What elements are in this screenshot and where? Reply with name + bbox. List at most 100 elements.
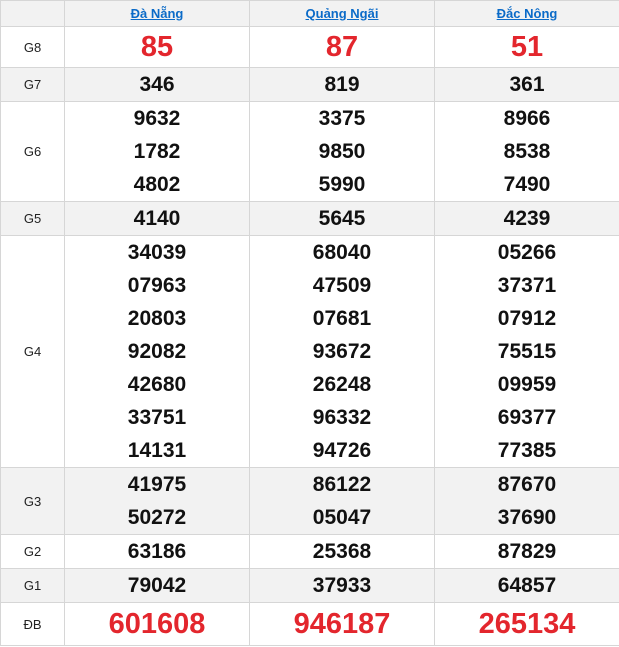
prize-cell: 601608 xyxy=(64,602,250,646)
prize-number: 7490 xyxy=(503,173,551,196)
province-link-da-nang[interactable]: Đà Nẵng xyxy=(131,6,184,21)
prize-cell: 86122 05047 xyxy=(249,467,435,535)
prize-number: 37690 xyxy=(497,506,557,529)
prize-cell: 87670 37690 xyxy=(434,467,619,535)
prize-number: 85 xyxy=(140,31,174,63)
prize-number: 50272 xyxy=(127,506,187,529)
prize-cell: 64857 xyxy=(434,568,619,603)
prize-label: G5 xyxy=(0,201,65,236)
prize-number: 51 xyxy=(510,31,544,63)
prize-number: 34039 xyxy=(127,241,187,264)
prize-cell: 87829 xyxy=(434,534,619,569)
prize-label: G8 xyxy=(0,26,65,68)
prize-number: 1782 xyxy=(133,140,181,163)
prize-label: G7 xyxy=(0,67,65,102)
province-header-cell: Đà Nẵng xyxy=(64,0,250,27)
prize-number: 86122 xyxy=(312,473,372,496)
prize-label: ĐB xyxy=(0,602,65,646)
prize-number: 09959 xyxy=(497,373,557,396)
prize-number: 20803 xyxy=(127,307,187,330)
prize-row-g2: G2 63186 25368 87829 xyxy=(0,534,619,569)
prize-number: 75515 xyxy=(497,340,557,363)
prize-number: 9632 xyxy=(133,107,181,130)
prize-cell: 346 xyxy=(64,67,250,102)
prize-cell: 8966 8538 7490 xyxy=(434,101,619,202)
prize-number: 87670 xyxy=(497,473,557,496)
prize-label: G1 xyxy=(0,568,65,603)
prize-number: 93672 xyxy=(312,340,372,363)
prize-number: 4239 xyxy=(503,207,551,230)
prize-cell: 361 xyxy=(434,67,619,102)
prize-number: 64857 xyxy=(497,574,557,597)
prize-number: 87829 xyxy=(497,540,557,563)
prize-row-g3: G3 41975 50272 86122 05047 87670 37690 xyxy=(0,467,619,535)
prize-cell: 85 xyxy=(64,26,250,68)
prize-number: 07912 xyxy=(497,307,557,330)
prize-number: 361 xyxy=(509,73,545,96)
prize-number: 8966 xyxy=(503,107,551,130)
prize-cell: 4239 xyxy=(434,201,619,236)
prize-cell: 9632 1782 4802 xyxy=(64,101,250,202)
prize-number: 05266 xyxy=(497,241,557,264)
province-header-cell: Quảng Ngãi xyxy=(249,0,435,27)
prize-number: 346 xyxy=(139,73,175,96)
prize-number: 25368 xyxy=(312,540,372,563)
special-prize-number: 601608 xyxy=(108,608,206,640)
prize-number: 63186 xyxy=(127,540,187,563)
prize-number: 92082 xyxy=(127,340,187,363)
lottery-results-table: Đà Nẵng Quảng Ngãi Đắc Nông G8 85 87 51 … xyxy=(0,0,619,646)
prize-number: 87 xyxy=(325,31,359,63)
prize-number: 47509 xyxy=(312,274,372,297)
prize-number: 07681 xyxy=(312,307,372,330)
prize-row-special: ĐB 601608 946187 265134 xyxy=(0,602,619,646)
prize-number: 5645 xyxy=(318,207,366,230)
special-prize-number: 265134 xyxy=(478,608,576,640)
prize-number: 9850 xyxy=(318,140,366,163)
prize-number: 96332 xyxy=(312,406,372,429)
prize-cell: 25368 xyxy=(249,534,435,569)
prize-cell: 4140 xyxy=(64,201,250,236)
prize-number: 69377 xyxy=(497,406,557,429)
prize-row-g6: G6 9632 1782 4802 3375 9850 5990 8966 85… xyxy=(0,101,619,202)
prize-row-g7: G7 346 819 361 xyxy=(0,67,619,102)
prize-number: 37371 xyxy=(497,274,557,297)
prize-number: 94726 xyxy=(312,439,372,462)
province-header-cell: Đắc Nông xyxy=(434,0,619,27)
prize-cell: 51 xyxy=(434,26,619,68)
prize-row-g4: G4 34039 07963 20803 92082 42680 33751 1… xyxy=(0,235,619,468)
prize-row-g5: G5 4140 5645 4239 xyxy=(0,201,619,236)
prize-cell: 37933 xyxy=(249,568,435,603)
prize-number: 68040 xyxy=(312,241,372,264)
province-link-dac-nong[interactable]: Đắc Nông xyxy=(497,6,558,21)
prize-cell: 819 xyxy=(249,67,435,102)
prize-cell: 68040 47509 07681 93672 26248 96332 9472… xyxy=(249,235,435,468)
prize-number: 41975 xyxy=(127,473,187,496)
prize-number: 4140 xyxy=(133,207,181,230)
prize-row-g8: G8 85 87 51 xyxy=(0,26,619,68)
prize-number: 77385 xyxy=(497,439,557,462)
prize-label: G4 xyxy=(0,235,65,468)
prize-cell: 34039 07963 20803 92082 42680 33751 1413… xyxy=(64,235,250,468)
prize-cell: 265134 xyxy=(434,602,619,646)
prize-cell: 05266 37371 07912 75515 09959 69377 7738… xyxy=(434,235,619,468)
prize-number: 3375 xyxy=(318,107,366,130)
prize-cell: 87 xyxy=(249,26,435,68)
prize-number: 37933 xyxy=(312,574,372,597)
prize-number: 05047 xyxy=(312,506,372,529)
prize-label: G6 xyxy=(0,101,65,202)
prize-number: 42680 xyxy=(127,373,187,396)
province-header-row: Đà Nẵng Quảng Ngãi Đắc Nông xyxy=(0,0,619,27)
prize-number: 14131 xyxy=(127,439,187,462)
prize-row-g1: G1 79042 37933 64857 xyxy=(0,568,619,603)
prize-cell: 79042 xyxy=(64,568,250,603)
prize-cell: 946187 xyxy=(249,602,435,646)
province-link-quang-ngai[interactable]: Quảng Ngãi xyxy=(306,6,379,21)
prize-number: 8538 xyxy=(503,140,551,163)
prize-number: 4802 xyxy=(133,173,181,196)
prize-label: G2 xyxy=(0,534,65,569)
prize-cell: 3375 9850 5990 xyxy=(249,101,435,202)
prize-number: 33751 xyxy=(127,406,187,429)
prize-number: 819 xyxy=(324,73,360,96)
special-prize-number: 946187 xyxy=(293,608,391,640)
prize-cell: 63186 xyxy=(64,534,250,569)
